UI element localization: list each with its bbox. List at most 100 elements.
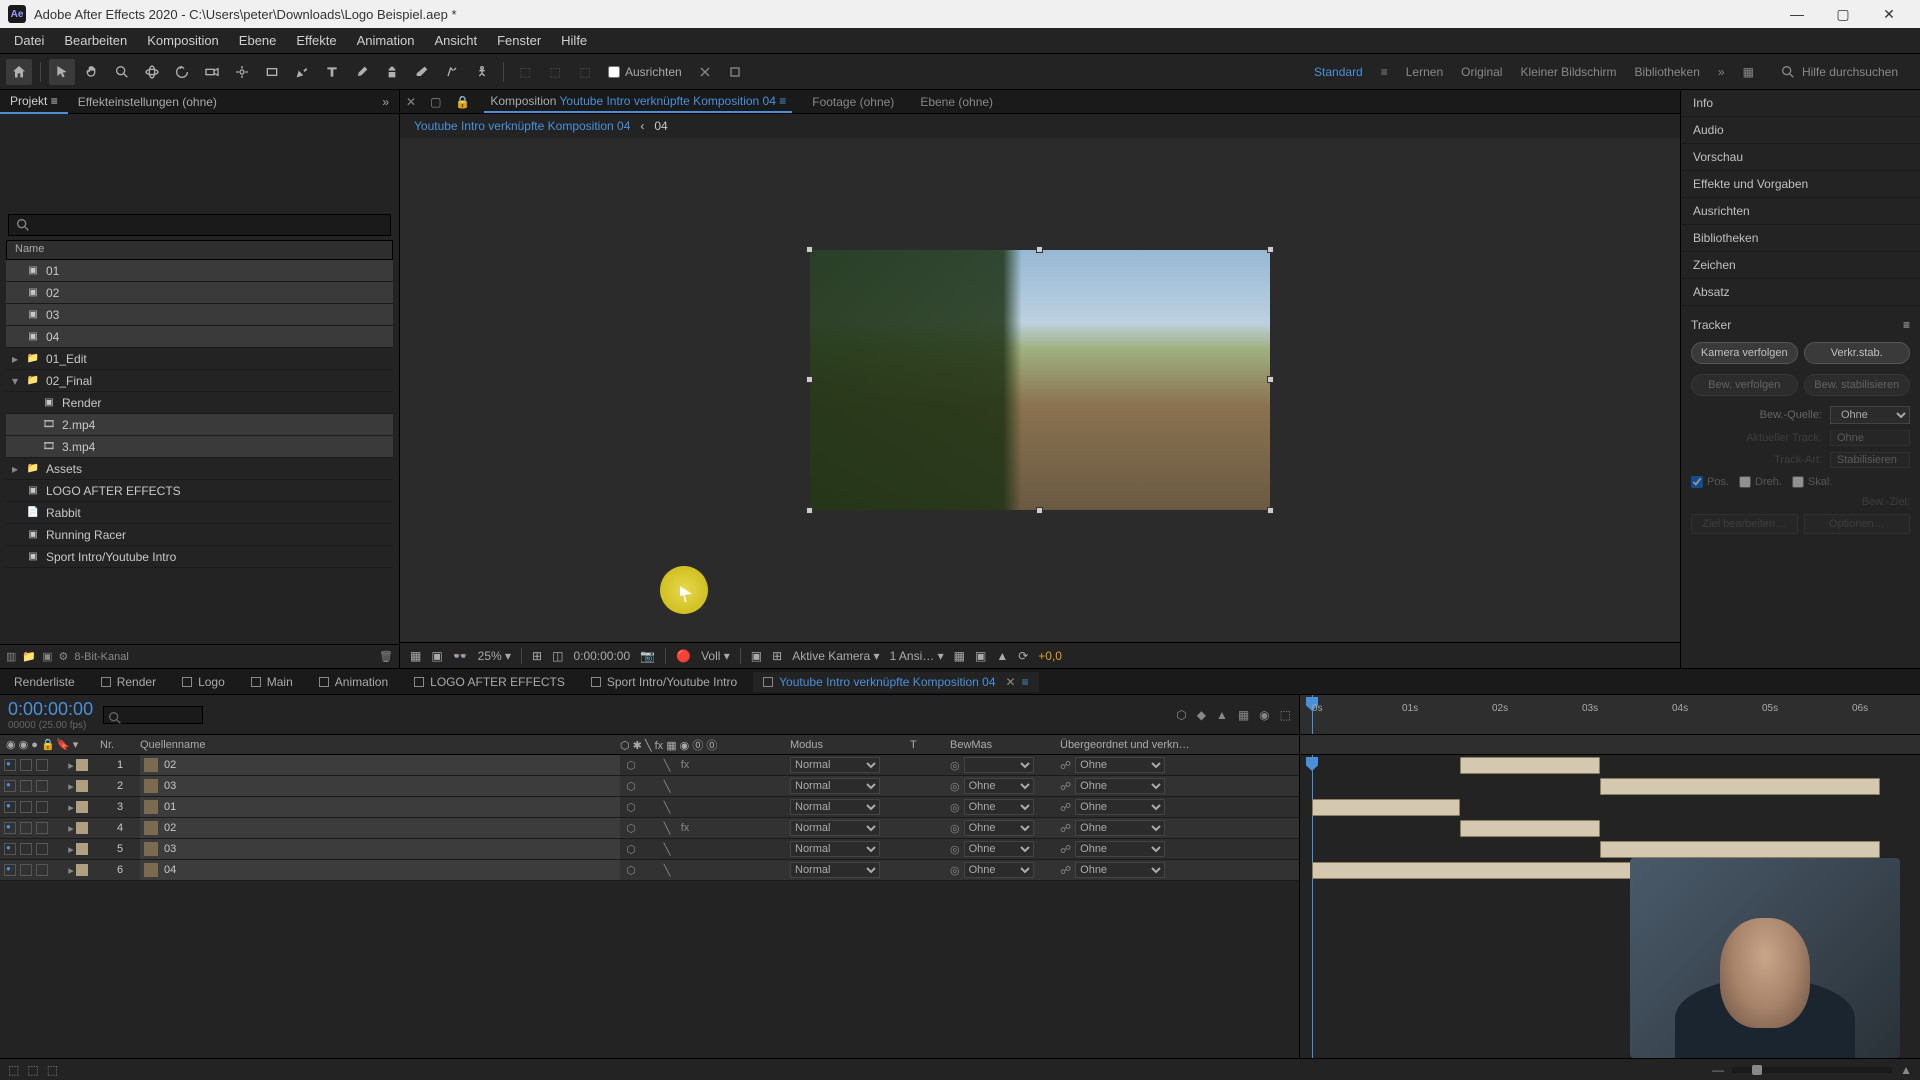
current-time[interactable]: 0:00:00:00: [8, 699, 93, 720]
layer-row[interactable]: ▸ 3 01 ⬡╲ Normal ◎Ohne ☍Ohne: [0, 797, 1299, 818]
layer-bar[interactable]: [1460, 757, 1600, 774]
track-matte-column-header[interactable]: BewMas: [950, 739, 1060, 751]
project-item[interactable]: ▣04: [6, 326, 393, 348]
project-settings-icon[interactable]: ⚙: [59, 650, 69, 663]
crumb-current[interactable]: 04: [654, 119, 667, 133]
menu-help[interactable]: Hilfe: [551, 29, 597, 52]
eraser-tool-icon[interactable]: [409, 59, 435, 85]
project-item[interactable]: ▣Render: [6, 392, 393, 414]
tracker-menu-icon[interactable]: ≡: [1903, 318, 1910, 332]
composition-canvas[interactable]: [400, 138, 1680, 642]
project-bits-label[interactable]: 8-Bit-Kanal: [74, 651, 128, 663]
help-search[interactable]: Hilfe durchsuchen: [1772, 62, 1906, 82]
delete-icon[interactable]: 🗑: [379, 650, 393, 663]
toggle-modes-icon[interactable]: ⬚: [27, 1063, 38, 1077]
switches-column-header[interactable]: ⬡ ✱ ╲ fx ▦ ◉ ⓪ ⓪: [620, 737, 790, 753]
menu-effects[interactable]: Effekte: [286, 29, 346, 52]
project-item[interactable]: 🎞2.mp4: [6, 414, 393, 436]
world-axis-icon[interactable]: ⬚: [542, 59, 568, 85]
project-item[interactable]: 🎞3.mp4: [6, 436, 393, 458]
interpret-footage-icon[interactable]: ▥: [6, 650, 16, 663]
layer-tab[interactable]: Ebene (ohne): [914, 92, 999, 112]
warp-stabilizer-button[interactable]: Verkr.stab.: [1804, 342, 1911, 364]
workspace-learn[interactable]: Lernen: [1406, 65, 1443, 79]
layer-bounding-box[interactable]: [810, 250, 1270, 510]
local-axis-icon[interactable]: ⬚: [512, 59, 538, 85]
viewer-link-icon[interactable]: 🔒: [455, 95, 470, 109]
motion-source-dropdown[interactable]: Ohne: [1830, 406, 1910, 424]
project-column-name[interactable]: Name: [6, 240, 393, 260]
layer-row[interactable]: ▸ 6 04 ⬡╲ Normal ◎Ohne ☍Ohne: [0, 860, 1299, 881]
camera-dropdown[interactable]: Aktive Kamera ▾: [792, 649, 879, 663]
toggle-transparency-icon[interactable]: 👓: [453, 649, 468, 663]
timeline-tab[interactable]: Main: [241, 672, 303, 692]
av-column-header[interactable]: ◉ ◉ ● 🔒: [0, 738, 56, 751]
libraries-panel-header[interactable]: Bibliotheken: [1681, 225, 1920, 252]
orbit-tool-icon[interactable]: [139, 59, 165, 85]
timeline-tab[interactable]: Render: [91, 672, 166, 692]
close-button[interactable]: ✕: [1866, 0, 1912, 28]
project-item[interactable]: ▾📁02_Final: [6, 370, 393, 392]
workspace-options-icon[interactable]: ≡: [1381, 65, 1388, 79]
project-item-list[interactable]: ▣01▣02▣03▣04▸📁01_Edit▾📁02_Final▣Render🎞2…: [6, 260, 393, 644]
source-name-column-header[interactable]: Quellenname: [140, 739, 620, 751]
project-item[interactable]: ▣02: [6, 282, 393, 304]
timeline-search[interactable]: [103, 706, 203, 724]
rotation-tool-icon[interactable]: [169, 59, 195, 85]
brush-tool-icon[interactable]: [349, 59, 375, 85]
workspace-libraries[interactable]: Bibliotheken: [1635, 65, 1700, 79]
track-camera-button[interactable]: Kamera verfolgen: [1691, 342, 1798, 364]
resize-handle[interactable]: [1267, 376, 1274, 383]
mode-column-header[interactable]: Modus: [790, 739, 910, 751]
toggle-mask-icon[interactable]: ▣: [431, 649, 442, 663]
pen-tool-icon[interactable]: [289, 59, 315, 85]
hand-tool-icon[interactable]: [79, 59, 105, 85]
minimize-button[interactable]: —: [1774, 0, 1820, 28]
menu-composition[interactable]: Komposition: [137, 29, 229, 52]
draft-3d-icon[interactable]: ◆: [1197, 708, 1206, 722]
menu-window[interactable]: Fenster: [487, 29, 551, 52]
paragraph-panel-header[interactable]: Absatz: [1681, 279, 1920, 306]
audio-panel-header[interactable]: Audio: [1681, 117, 1920, 144]
project-item[interactable]: ▣03: [6, 304, 393, 326]
maximize-button[interactable]: ▢: [1820, 0, 1866, 28]
project-tab[interactable]: Projekt ≡: [0, 90, 68, 114]
crumb-parent[interactable]: Youtube Intro verknüpfte Komposition 04: [414, 119, 630, 133]
type-tool-icon[interactable]: [319, 59, 345, 85]
motion-blur-icon[interactable]: ◉: [1259, 708, 1269, 722]
preview-panel-header[interactable]: Vorschau: [1681, 144, 1920, 171]
resize-handle[interactable]: [1036, 246, 1043, 253]
default-mode-icon[interactable]: [722, 59, 748, 85]
layer-row[interactable]: ▸ 1 02 ⬡╲fx Normal ◎ ☍Ohne: [0, 755, 1299, 776]
3d-icon[interactable]: ▲: [996, 649, 1008, 663]
workspace-original[interactable]: Original: [1461, 65, 1502, 79]
frame-blend-icon[interactable]: ▦: [1238, 708, 1249, 722]
roto-brush-tool-icon[interactable]: [439, 59, 465, 85]
project-item[interactable]: ▸📁01_Edit: [6, 348, 393, 370]
project-item[interactable]: ▣LOGO AFTER EFFECTS: [6, 480, 393, 502]
menu-file[interactable]: Datei: [4, 29, 54, 52]
project-item[interactable]: 📄Rabbit: [6, 502, 393, 524]
timeline-tab[interactable]: Renderliste: [4, 672, 85, 692]
home-icon[interactable]: [6, 59, 32, 85]
new-comp-icon[interactable]: ▣: [42, 650, 52, 663]
align-panel-header[interactable]: Ausrichten: [1681, 198, 1920, 225]
project-search-input[interactable]: [8, 214, 391, 236]
character-panel-header[interactable]: Zeichen: [1681, 252, 1920, 279]
zoom-dropdown[interactable]: 25% ▾: [478, 649, 511, 663]
roi-icon[interactable]: ◫: [552, 649, 563, 663]
layer-row[interactable]: ▸ 4 02 ⬡╲fx Normal ◎Ohne ☍Ohne: [0, 818, 1299, 839]
project-item[interactable]: ▣Sport Intro/Youtube Intro: [6, 546, 393, 568]
label-column-header[interactable]: 🔖 ▾: [56, 738, 100, 751]
layer-bar[interactable]: [1600, 778, 1880, 795]
puppet-tool-icon[interactable]: [469, 59, 495, 85]
footage-tab[interactable]: Footage (ohne): [806, 92, 900, 112]
playhead[interactable]: [1312, 695, 1313, 734]
rect-tool-icon[interactable]: [259, 59, 285, 85]
zoom-out-icon[interactable]: —: [1712, 1063, 1724, 1077]
resize-handle[interactable]: [1267, 507, 1274, 514]
resize-handle[interactable]: [806, 376, 813, 383]
resize-handle[interactable]: [1036, 507, 1043, 514]
grid-icon[interactable]: ⊞: [772, 649, 782, 663]
menu-animation[interactable]: Animation: [347, 29, 425, 52]
